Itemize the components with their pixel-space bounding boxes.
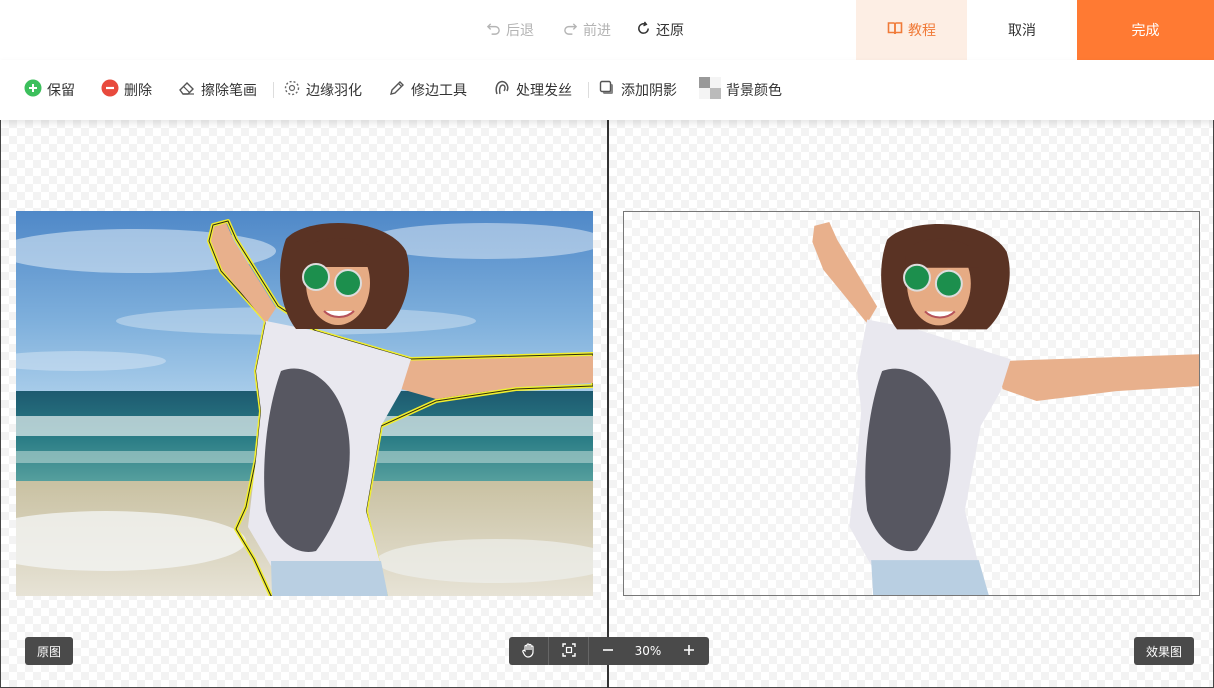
undo-icon xyxy=(486,21,501,40)
done-label: 完成 xyxy=(1131,23,1160,39)
redo-button[interactable]: 前进 xyxy=(563,0,611,60)
zoom-controls: 30% xyxy=(509,637,709,665)
minus-circle-icon xyxy=(101,79,119,101)
plus-circle-icon xyxy=(24,79,42,101)
original-label: 原图 xyxy=(37,644,62,659)
bgcolor-label: 背景颜色 xyxy=(726,83,782,99)
original-view-button[interactable]: 原图 xyxy=(25,637,74,665)
hair-tool[interactable]: 处理发丝 xyxy=(493,60,572,120)
feather-edge-icon xyxy=(283,79,301,101)
result-label: 效果图 xyxy=(1146,644,1183,659)
redo-label: 前进 xyxy=(583,23,611,39)
feather-tool[interactable]: 边缘羽化 xyxy=(283,60,362,120)
result-view-button[interactable]: 效果图 xyxy=(1134,637,1195,665)
restore-icon xyxy=(636,20,651,40)
eraser-icon xyxy=(178,79,196,101)
pan-tool-button[interactable] xyxy=(509,637,548,665)
done-button[interactable]: 完成 xyxy=(1077,0,1214,60)
hair-label: 处理发丝 xyxy=(516,83,572,99)
zoom-in-button[interactable] xyxy=(669,637,709,665)
keep-tool[interactable]: 保留 xyxy=(24,60,75,120)
zoom-level: 30% xyxy=(634,644,662,658)
trim-label: 修边工具 xyxy=(411,83,467,99)
shadow-label: 添加阴影 xyxy=(621,83,677,99)
eraser-label: 擦除笔画 xyxy=(201,83,257,99)
cancel-label: 取消 xyxy=(1008,23,1036,39)
plus-icon xyxy=(681,642,697,661)
book-icon xyxy=(887,20,903,40)
result-image[interactable] xyxy=(623,211,1200,596)
redo-icon xyxy=(563,21,578,40)
minus-icon xyxy=(600,642,616,661)
undo-label: 后退 xyxy=(506,23,534,39)
feather-label: 边缘羽化 xyxy=(306,83,362,99)
eraser-tool[interactable]: 擦除笔画 xyxy=(178,60,257,120)
fit-screen-button[interactable] xyxy=(549,637,588,665)
hand-icon xyxy=(521,642,537,661)
background-color-tool[interactable]: 背景颜色 xyxy=(699,60,782,120)
top-bar: 后退 前进 还原 教程 取消 完成 xyxy=(0,0,1214,60)
zoom-out-button[interactable] xyxy=(589,637,627,665)
edit-toolbar: 保留 删除 擦除笔画 边缘羽化 修边工具 处理发丝 添加阴影 背景颜色 xyxy=(0,60,1214,120)
tutorial-label: 教程 xyxy=(908,23,936,39)
cutout-figure xyxy=(812,221,1199,595)
trim-tool[interactable]: 修边工具 xyxy=(388,60,467,120)
shadow-icon xyxy=(598,79,616,101)
compare-divider[interactable] xyxy=(607,120,609,688)
restore-button[interactable]: 还原 xyxy=(636,0,684,60)
original-image[interactable] xyxy=(16,211,593,596)
checkerboard-icon xyxy=(699,77,721,103)
cancel-button[interactable]: 取消 xyxy=(967,0,1077,60)
delete-label: 删除 xyxy=(124,83,152,99)
keep-label: 保留 xyxy=(47,83,75,99)
tutorial-button[interactable]: 教程 xyxy=(856,0,967,60)
toolbar-divider xyxy=(588,82,589,98)
pen-icon xyxy=(388,79,406,101)
undo-button[interactable]: 后退 xyxy=(486,0,534,60)
hair-icon xyxy=(493,79,511,101)
fit-screen-icon xyxy=(561,642,577,661)
restore-label: 还原 xyxy=(656,23,684,39)
toolbar-divider xyxy=(273,82,274,98)
delete-tool[interactable]: 删除 xyxy=(101,60,152,120)
shadow-tool[interactable]: 添加阴影 xyxy=(598,60,677,120)
